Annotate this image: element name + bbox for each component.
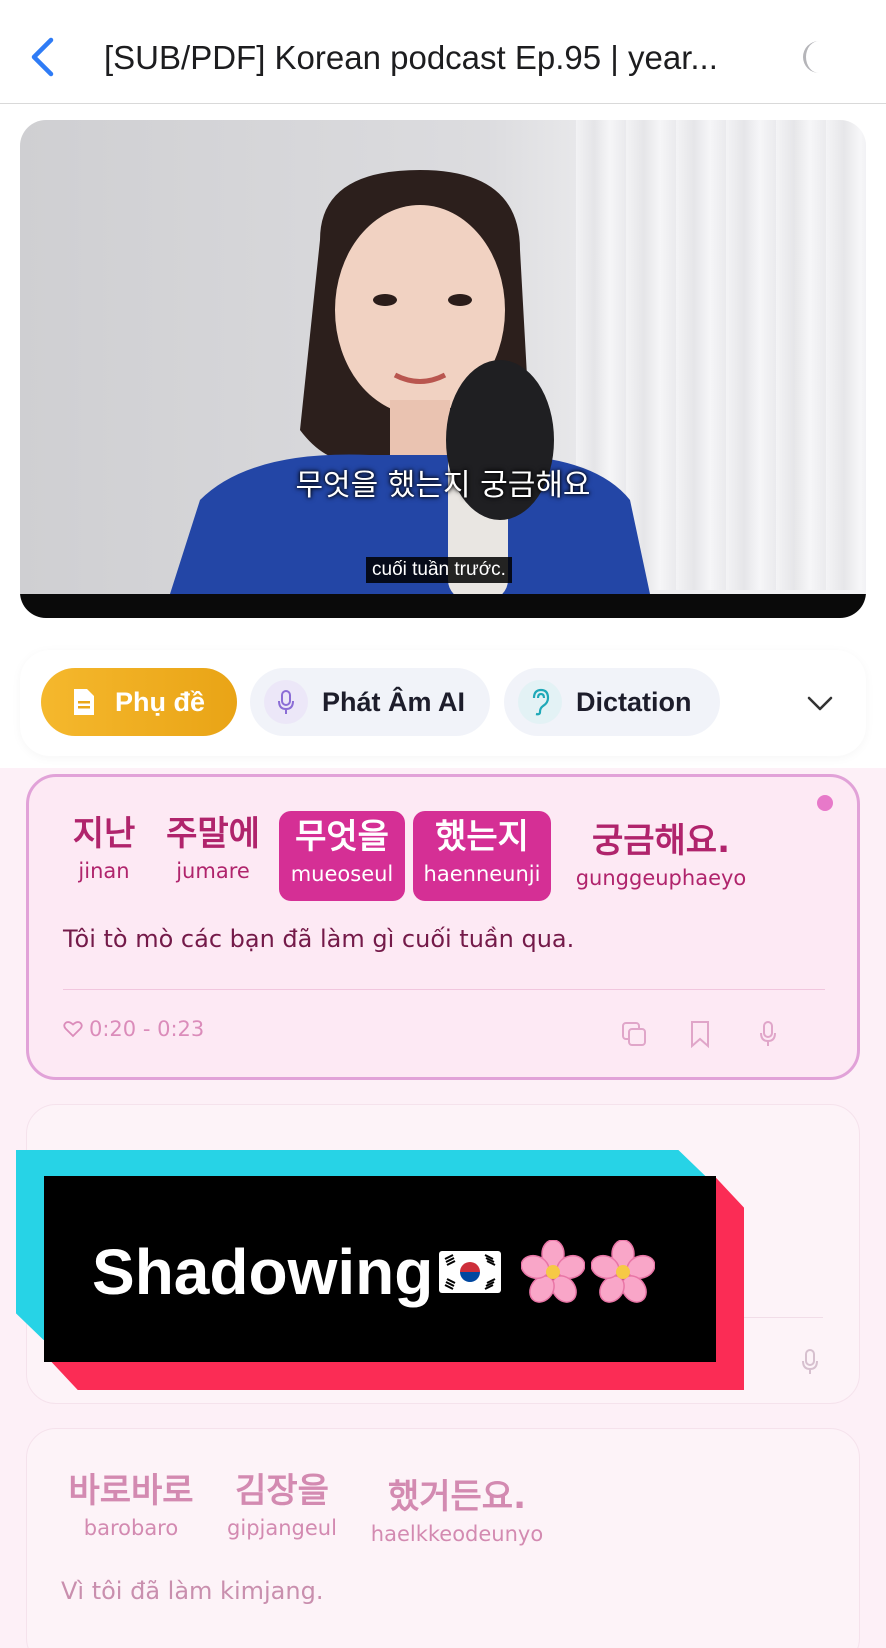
record-button[interactable] bbox=[793, 1345, 827, 1379]
word-chip[interactable]: 주말에 jumare bbox=[161, 812, 265, 886]
heart-icon bbox=[63, 1021, 83, 1038]
tab-ai-pronunciation[interactable]: Phát Âm AI bbox=[250, 668, 490, 736]
word-chip[interactable]: 지난 jinan bbox=[65, 812, 143, 886]
word-chip-highlighted[interactable]: 무엇을 mueoseul bbox=[279, 811, 405, 901]
word-korean: 했거든요. bbox=[387, 1477, 527, 1517]
word-romanization: mueoseul bbox=[290, 862, 394, 886]
chevron-left-icon bbox=[31, 37, 54, 77]
microphone-icon bbox=[264, 680, 308, 724]
sentence-timestamp[interactable]: 0:20 - 0:23 bbox=[63, 1017, 204, 1041]
tab-subtitles[interactable]: Phụ đề bbox=[41, 668, 237, 736]
video-presenter-figure bbox=[170, 170, 650, 594]
korea-flag-icon bbox=[439, 1251, 502, 1293]
word-romanization: barobaro bbox=[83, 1516, 179, 1540]
word-chip[interactable]: 했거든요. haelkkeodeunyo bbox=[363, 1475, 551, 1549]
word-chip[interactable]: 김장을 gipjangeul bbox=[221, 1469, 343, 1543]
sentence-card[interactable]: 바로바로 barobaro 김장을 gipjangeul 했거든요. haelk… bbox=[26, 1428, 860, 1648]
tab-dictation-label: Dictation bbox=[576, 686, 692, 717]
word-chip-highlighted[interactable]: 했는지 haenneunji bbox=[413, 811, 551, 901]
video-subtitle-translation: cuối tuần trước. bbox=[366, 557, 512, 583]
word-romanization: gipjangeul bbox=[227, 1516, 337, 1540]
moon-icon bbox=[803, 41, 819, 73]
video-progress-track[interactable] bbox=[20, 594, 866, 618]
video-subtitle-korean: 무엇을 했는지 궁금해요 bbox=[295, 468, 591, 503]
record-button[interactable] bbox=[751, 1017, 785, 1051]
ear-icon bbox=[518, 680, 562, 724]
bookmark-icon bbox=[691, 1021, 709, 1048]
word-korean: 했는지 bbox=[435, 817, 529, 857]
tab-subtitles-label: Phụ đề bbox=[115, 686, 206, 717]
copy-button[interactable] bbox=[617, 1017, 651, 1051]
word-korean: 궁금해요. bbox=[591, 821, 731, 861]
word-romanization: haenneunji bbox=[423, 862, 541, 886]
back-button[interactable] bbox=[20, 32, 64, 82]
shadowing-banner: Shadowing bbox=[92, 1232, 661, 1312]
word-chip[interactable]: 바로바로 barobaro bbox=[63, 1469, 199, 1543]
word-korean: 김장을 bbox=[235, 1471, 329, 1511]
cherry-blossom-icon bbox=[521, 1240, 586, 1303]
expand-tabs-button[interactable] bbox=[798, 682, 842, 726]
timestamp-text: 0:20 - 0:23 bbox=[89, 1017, 205, 1041]
mode-tab-bar: Phụ đề Phát Âm AI Dictation bbox=[20, 650, 866, 756]
chevron-down-icon bbox=[807, 696, 833, 711]
page-title: [SUB/PDF] Korean podcast Ep.95 | year... bbox=[104, 39, 718, 76]
word-romanization: gunggeuphaeyo bbox=[575, 866, 747, 890]
card-divider bbox=[63, 989, 825, 990]
word-romanization: haelkkeodeunyo bbox=[370, 1522, 544, 1546]
sentence-card-active[interactable]: 지난 jinan 주말에 jumare 무엇을 mueoseul 했는지 hae… bbox=[26, 774, 860, 1080]
theme-toggle-button[interactable] bbox=[792, 34, 838, 80]
copy-icon bbox=[622, 1022, 646, 1046]
sentence-translation: Tôi tò mò các bạn đã làm gì cuối tuần qu… bbox=[63, 925, 575, 953]
word-romanization: jinan bbox=[78, 859, 130, 883]
bookmark-button[interactable] bbox=[683, 1017, 717, 1051]
document-icon bbox=[69, 685, 99, 719]
word-korean: 지난 bbox=[72, 814, 136, 854]
banner-title: Shadowing bbox=[92, 1236, 434, 1308]
cherry-blossom-icon bbox=[591, 1240, 656, 1303]
microphone-icon bbox=[760, 1021, 776, 1046]
sentence-translation: Vì tôi đã làm kimjang. bbox=[61, 1577, 324, 1605]
tab-ai-pronunciation-label: Phát Âm AI bbox=[322, 686, 466, 717]
word-chip[interactable]: 궁금해요. gunggeuphaeyo bbox=[569, 819, 753, 893]
word-romanization: jumare bbox=[176, 859, 250, 883]
top-navigation-bar: [SUB/PDF] Korean podcast Ep.95 | year... bbox=[0, 0, 886, 104]
word-korean: 무엇을 bbox=[295, 817, 389, 857]
word-korean: 바로바로 bbox=[68, 1471, 194, 1511]
video-player[interactable]: 무엇을 했는지 궁금해요 cuối tuần trước. bbox=[20, 120, 866, 618]
microphone-icon bbox=[802, 1349, 818, 1374]
word-korean: 주말에 bbox=[166, 814, 260, 854]
active-indicator-dot bbox=[817, 795, 833, 811]
tab-dictation[interactable]: Dictation bbox=[504, 668, 720, 736]
